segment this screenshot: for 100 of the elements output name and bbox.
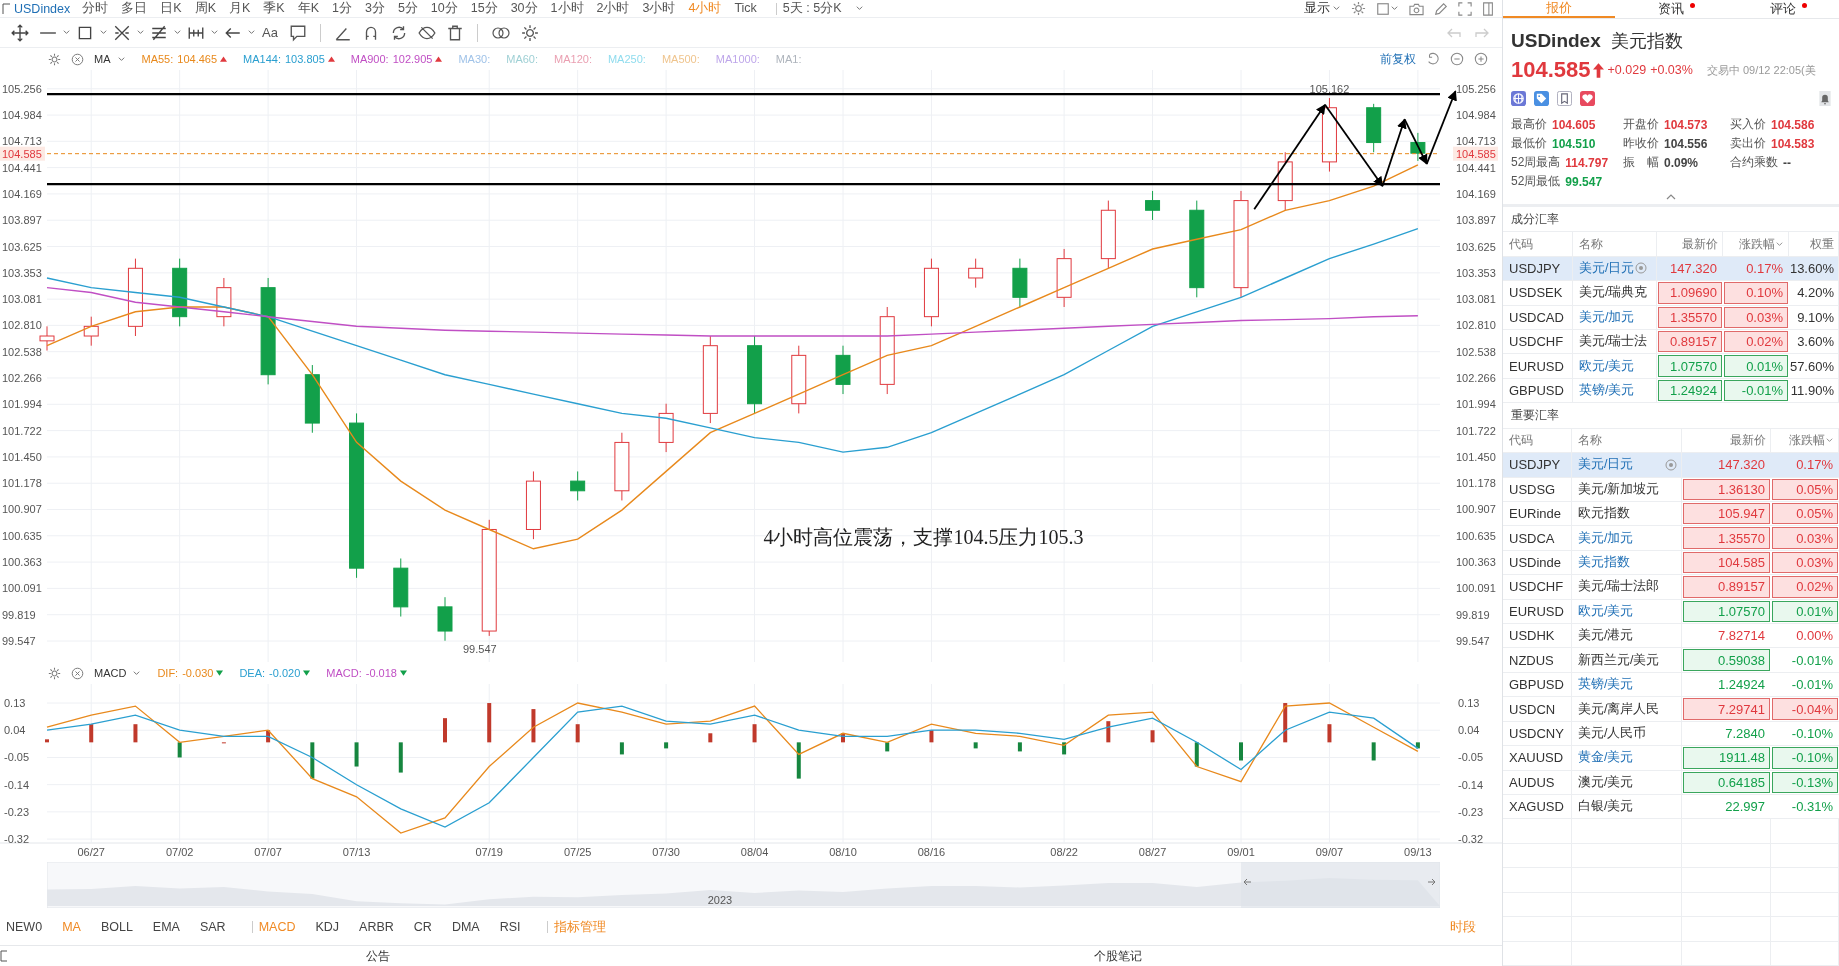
indicator-tab[interactable]: KDJ [315,920,340,934]
indicator-tab[interactable]: CR [413,920,432,934]
period-tab[interactable]: 1小时 [550,0,584,17]
comment-icon[interactable] [288,23,307,42]
zoom-in-icon[interactable] [1474,52,1488,66]
text-tool[interactable]: Aa [262,25,278,40]
symbol-link[interactable]: USDindex [14,1,71,16]
caret-icon[interactable] [210,28,219,37]
display-menu[interactable]: 显示 [1304,0,1330,17]
caret-icon[interactable] [132,668,142,678]
settings-icon[interactable] [1351,1,1366,16]
quote-row[interactable]: EURUSD 欧元/美元 1.07570 0.01% 57.60% [1503,354,1839,379]
period-tab[interactable]: 日K [160,0,182,17]
column-header[interactable]: 最新价 [1730,431,1766,449]
quote-row[interactable]: USDCHF 美元/瑞士法郎 0.89157 0.02% [1503,575,1839,600]
period-tab[interactable]: 2小时 [596,0,630,17]
period-tab[interactable]: 年K [297,0,319,17]
caret-icon[interactable] [136,28,145,37]
column-header[interactable]: 名称 [1579,235,1603,253]
quote-row[interactable]: NZDUS 新西兰元/美元 0.59038 -0.01% [1503,648,1839,673]
quote-row[interactable]: GBPUSD 英镑/美元 1.24924 -0.01% [1503,672,1839,698]
column-header[interactable]: 权重 [1810,235,1834,253]
period-tab[interactable]: 30分 [510,0,538,17]
bottom-tab[interactable]: 个股笔记 [748,947,1488,965]
document-icon[interactable] [1557,91,1572,106]
column-header[interactable]: 代码 [1509,235,1533,253]
move-icon[interactable] [11,23,29,42]
period-tab[interactable]: 月K [228,0,251,17]
quote-row[interactable]: USDCNY 美元/人民币 7.2840 -0.10% [1503,721,1839,747]
quote-row[interactable]: USDSEK 美元/瑞典克 1.09690 0.10% 4.20% [1503,281,1839,306]
range-select[interactable]: 5天 : 5分K [782,0,842,17]
quote-row[interactable]: USDJPY 美元/日元 147.320 0.17% [1503,453,1839,478]
quote-row[interactable]: XAUUSD 黄金/美元 1911.48 -0.10% [1503,746,1839,771]
quote-row[interactable]: USDCN 美元/离岸人民 7.29741 -0.04% [1503,697,1839,722]
right-arrow-icon[interactable] [1427,878,1436,886]
quote-row[interactable]: EURUSD 欧元/美元 1.07570 0.01% [1503,599,1839,625]
left-arrow-icon[interactable] [1243,878,1252,886]
period-tab[interactable]: 3小时 [642,0,676,17]
indicator-tab[interactable]: ARBR [359,920,394,934]
pencil-icon[interactable] [1434,1,1448,16]
period-tab[interactable]: Tick [734,0,757,17]
caret-icon[interactable] [1390,4,1399,13]
quote-row[interactable]: USDCAD 美元/加元 1.35570 0.03% 9.10% [1503,305,1839,331]
period-tab[interactable]: 分时 [82,0,109,17]
indicator-dropdown[interactable]: MA [94,53,111,65]
quote-row[interactable]: XAGUSD 白银/美元 22.997 -0.31% [1503,795,1839,820]
levels-icon[interactable] [150,23,168,42]
quote-row[interactable]: USDHK 美元/港元 7.82714 0.00% [1503,624,1839,649]
column-header[interactable]: 涨跌幅 [1739,235,1775,253]
sort-caret-icon[interactable] [1825,435,1834,445]
caret-icon[interactable] [1332,4,1341,13]
period-tab[interactable]: 多日 [121,0,148,17]
quote-row[interactable]: EURinde 欧元指数 105.947 0.05% [1503,501,1839,527]
period-tab[interactable]: 周K [194,0,216,17]
target-icon[interactable] [1635,262,1648,275]
settings-icon[interactable] [48,666,61,680]
quote-row[interactable]: AUDUS 澳元/美元 0.64185 -0.13% [1503,770,1839,795]
tag-icon[interactable] [1534,91,1549,106]
indicator-tab[interactable]: DMA [451,920,480,934]
trash-icon[interactable] [445,23,464,42]
collapse-icon[interactable] [1666,194,1676,200]
period-tab[interactable]: 1分 [332,0,352,17]
column-header[interactable]: 名称 [1578,431,1602,449]
period-tab[interactable]: 季K [263,0,285,17]
caret-icon[interactable] [62,28,71,37]
panel-icon[interactable] [1482,1,1494,16]
close-icon[interactable] [71,666,84,680]
zoom-out-icon[interactable] [1450,52,1464,66]
indicator-tab[interactable]: BOLL [100,920,133,934]
settings-icon[interactable] [48,52,61,66]
bell-icon[interactable] [1819,91,1831,106]
close-icon[interactable] [71,52,84,66]
cross-lines-icon[interactable] [113,23,131,42]
quote-row[interactable]: USDCA 美元/加元 1.35570 0.03% [1503,526,1839,551]
quote-row[interactable]: USDSG 美元/新加坡元 1.36130 0.05% [1503,477,1839,502]
panel-tab[interactable]: 评论 [1727,0,1839,18]
caret-icon[interactable] [173,28,182,37]
indicator-tab[interactable]: SAR [199,920,226,934]
period-tab[interactable]: 10分 [430,0,458,17]
caret-icon[interactable] [854,4,864,13]
globe-icon[interactable] [1511,91,1526,106]
camera-icon[interactable] [1409,1,1424,16]
square-icon[interactable] [1376,1,1390,16]
range-navigator[interactable]: 2023 [47,862,1440,908]
adjust-link[interactable]: 前复权 [1380,50,1416,68]
caret-icon[interactable] [116,54,126,64]
indicator-tab[interactable]: NEW0 [6,920,43,934]
heart-icon[interactable] [1580,91,1595,106]
indicator-tab[interactable]: RSI [499,920,521,934]
quote-row[interactable]: GBPUSD 英镑/美元 1.24924 -0.01% 11.90% [1503,378,1839,404]
caret-icon[interactable] [99,28,108,37]
caret-icon[interactable] [247,28,256,37]
fullscreen-icon[interactable] [1458,1,1472,16]
quote-row[interactable]: USDJPY 美元/日元 147.320 0.17% 13.60% [1503,256,1839,282]
quote-row[interactable]: USDCHF 美元/瑞士法 0.89157 0.02% 3.60% [1503,330,1839,355]
column-header[interactable]: 最新价 [1682,235,1718,253]
column-header[interactable]: 代码 [1509,431,1533,449]
reset-icon[interactable] [1426,52,1440,66]
period-tab[interactable]: 15分 [470,0,498,17]
bottom-tab[interactable]: 公告 [8,947,748,965]
